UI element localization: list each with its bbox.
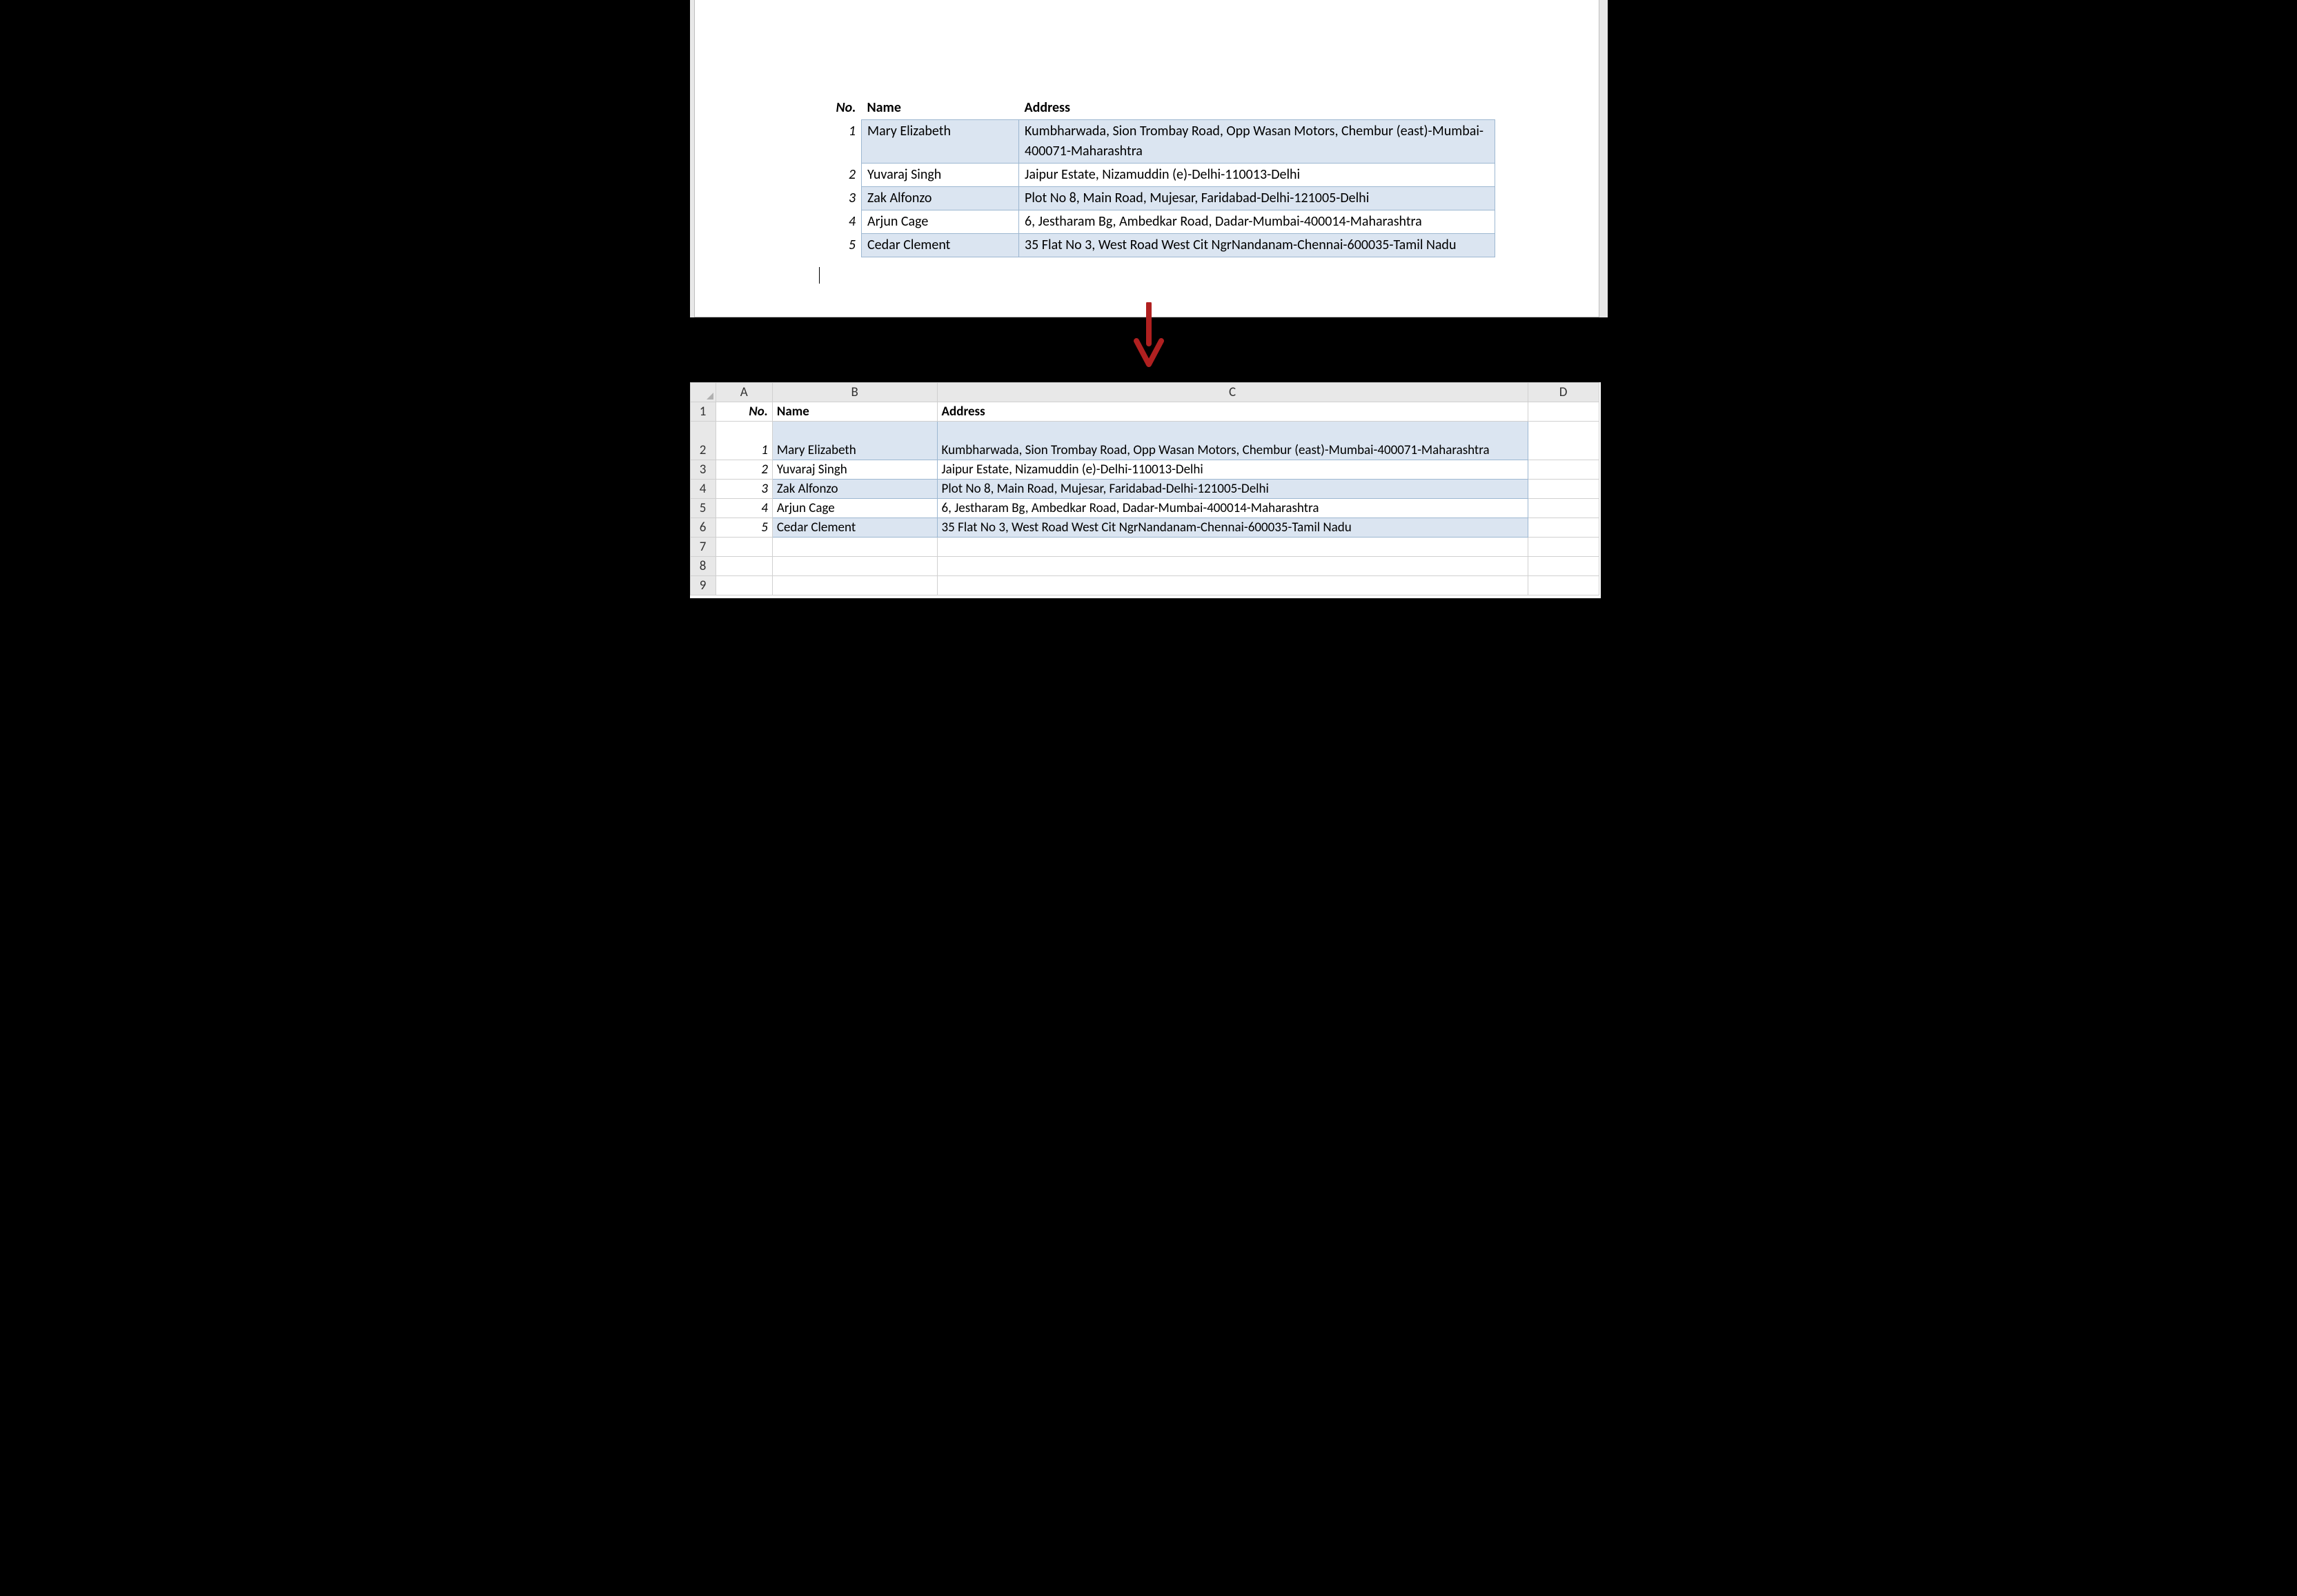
doc-header-no: No. xyxy=(819,97,862,120)
divider-region xyxy=(690,317,1608,382)
cell[interactable] xyxy=(937,557,1528,576)
doc-cell-no: 3 xyxy=(819,187,862,210)
cell[interactable] xyxy=(1528,480,1599,499)
row-header[interactable]: 1 xyxy=(690,402,716,422)
cell[interactable] xyxy=(772,576,937,595)
cell[interactable] xyxy=(937,538,1528,557)
doc-cell-address: Jaipur Estate, Nizamuddin (e)-Delhi-1100… xyxy=(1019,164,1495,187)
cell[interactable]: 35 Flat No 3, West Road West Cit NgrNand… xyxy=(937,518,1528,538)
sheet-row: 2 1 Mary Elizabeth Kumbharwada, Sion Tro… xyxy=(690,422,1599,460)
spreadsheet-panel: A B C D 1 No. Name Address 2 1 Mary Eli xyxy=(690,382,1608,598)
cell[interactable]: Arjun Cage xyxy=(772,499,937,518)
cell[interactable]: No. xyxy=(716,402,772,422)
doc-cell-name: Arjun Cage xyxy=(862,210,1019,234)
cell[interactable]: 2 xyxy=(716,460,772,480)
doc-row: 3 Zak Alfonzo Plot No 8, Main Road, Muje… xyxy=(819,187,1495,210)
col-header[interactable]: B xyxy=(772,383,937,402)
cell[interactable] xyxy=(937,576,1528,595)
doc-row: 5 Cedar Clement 35 Flat No 3, West Road … xyxy=(819,234,1495,257)
col-header[interactable]: C xyxy=(937,383,1528,402)
cell[interactable]: Mary Elizabeth xyxy=(772,422,937,460)
doc-cell-name: Zak Alfonzo xyxy=(862,187,1019,210)
doc-cell-address: 35 Flat No 3, West Road West Cit NgrNand… xyxy=(1019,234,1495,257)
doc-cell-no: 4 xyxy=(819,210,862,234)
doc-cell-name: Mary Elizabeth xyxy=(862,120,1019,164)
cell[interactable] xyxy=(1528,557,1599,576)
cell[interactable]: Name xyxy=(772,402,937,422)
doc-cell-address: Kumbharwada, Sion Trombay Road, Opp Wasa… xyxy=(1019,120,1495,164)
col-header-row: A B C D xyxy=(690,383,1599,402)
row-header[interactable]: 9 xyxy=(690,576,716,595)
cell[interactable]: Cedar Clement xyxy=(772,518,937,538)
spreadsheet-right-edge xyxy=(1601,382,1608,598)
doc-cell-name: Cedar Clement xyxy=(862,234,1019,257)
cell[interactable]: Plot No 8, Main Road, Mujesar, Faridabad… xyxy=(937,480,1528,499)
row-header[interactable]: 7 xyxy=(690,538,716,557)
row-header[interactable]: 8 xyxy=(690,557,716,576)
doc-cell-address: Plot No 8, Main Road, Mujesar, Faridabad… xyxy=(1019,187,1495,210)
cell[interactable]: 5 xyxy=(716,518,772,538)
row-header[interactable]: 6 xyxy=(690,518,716,538)
cell[interactable] xyxy=(1528,538,1599,557)
cell[interactable] xyxy=(772,557,937,576)
sheet-row: 4 3 Zak Alfonzo Plot No 8, Main Road, Mu… xyxy=(690,480,1599,499)
document-header-row: No. Name Address xyxy=(819,97,1495,120)
row-header[interactable]: 5 xyxy=(690,499,716,518)
doc-cell-no: 1 xyxy=(819,120,862,164)
cell[interactable]: Address xyxy=(937,402,1528,422)
sheet-row: 3 2 Yuvaraj Singh Jaipur Estate, Nizamud… xyxy=(690,460,1599,480)
cell[interactable] xyxy=(1528,518,1599,538)
cell[interactable] xyxy=(1528,402,1599,422)
cell[interactable]: 6, Jestharam Bg, Ambedkar Road, Dadar-Mu… xyxy=(937,499,1528,518)
sheet-row: 5 4 Arjun Cage 6, Jestharam Bg, Ambedkar… xyxy=(690,499,1599,518)
doc-cell-no: 5 xyxy=(819,234,862,257)
select-all-corner[interactable] xyxy=(690,383,716,402)
cell[interactable] xyxy=(1528,460,1599,480)
sheet-row: 8 xyxy=(690,557,1599,576)
document-page: No. Name Address 1 Mary Elizabeth Kumbha… xyxy=(694,0,1599,317)
doc-cell-name: Yuvaraj Singh xyxy=(862,164,1019,187)
sheet-row: 7 xyxy=(690,538,1599,557)
document-panel-container: No. Name Address 1 Mary Elizabeth Kumbha… xyxy=(690,0,1608,317)
cell[interactable]: Jaipur Estate, Nizamuddin (e)-Delhi-1100… xyxy=(937,460,1528,480)
cell[interactable] xyxy=(1528,422,1599,460)
doc-header-address: Address xyxy=(1019,97,1495,120)
cell[interactable]: Yuvaraj Singh xyxy=(772,460,937,480)
col-header[interactable]: A xyxy=(716,383,772,402)
cell[interactable]: Kumbharwada, Sion Trombay Road, Opp Wasa… xyxy=(937,422,1528,460)
doc-cell-no: 2 xyxy=(819,164,862,187)
doc-row: 4 Arjun Cage 6, Jestharam Bg, Ambedkar R… xyxy=(819,210,1495,234)
document-table: No. Name Address 1 Mary Elizabeth Kumbha… xyxy=(819,97,1496,257)
sheet-row: 1 No. Name Address xyxy=(690,402,1599,422)
cell[interactable] xyxy=(772,538,937,557)
cell[interactable] xyxy=(716,557,772,576)
cell[interactable]: Zak Alfonzo xyxy=(772,480,937,499)
cell[interactable] xyxy=(1528,499,1599,518)
doc-cell-address: 6, Jestharam Bg, Ambedkar Road, Dadar-Mu… xyxy=(1019,210,1495,234)
cell[interactable]: 3 xyxy=(716,480,772,499)
col-header[interactable]: D xyxy=(1528,383,1599,402)
sheet-row: 6 5 Cedar Clement 35 Flat No 3, West Roa… xyxy=(690,518,1599,538)
doc-header-name: Name xyxy=(862,97,1019,120)
doc-row: 1 Mary Elizabeth Kumbharwada, Sion Tromb… xyxy=(819,120,1495,164)
cell[interactable] xyxy=(716,538,772,557)
row-header[interactable]: 3 xyxy=(690,460,716,480)
doc-row: 2 Yuvaraj Singh Jaipur Estate, Nizamuddi… xyxy=(819,164,1495,187)
row-header[interactable]: 4 xyxy=(690,480,716,499)
cell[interactable]: 1 xyxy=(716,422,772,460)
spreadsheet-grid[interactable]: A B C D 1 No. Name Address 2 1 Mary Eli xyxy=(690,382,1599,595)
row-header[interactable]: 2 xyxy=(690,422,716,460)
cell[interactable] xyxy=(716,576,772,595)
cell[interactable] xyxy=(1528,576,1599,595)
sheet-row: 9 xyxy=(690,576,1599,595)
text-cursor xyxy=(819,267,820,284)
cell[interactable]: 4 xyxy=(716,499,772,518)
